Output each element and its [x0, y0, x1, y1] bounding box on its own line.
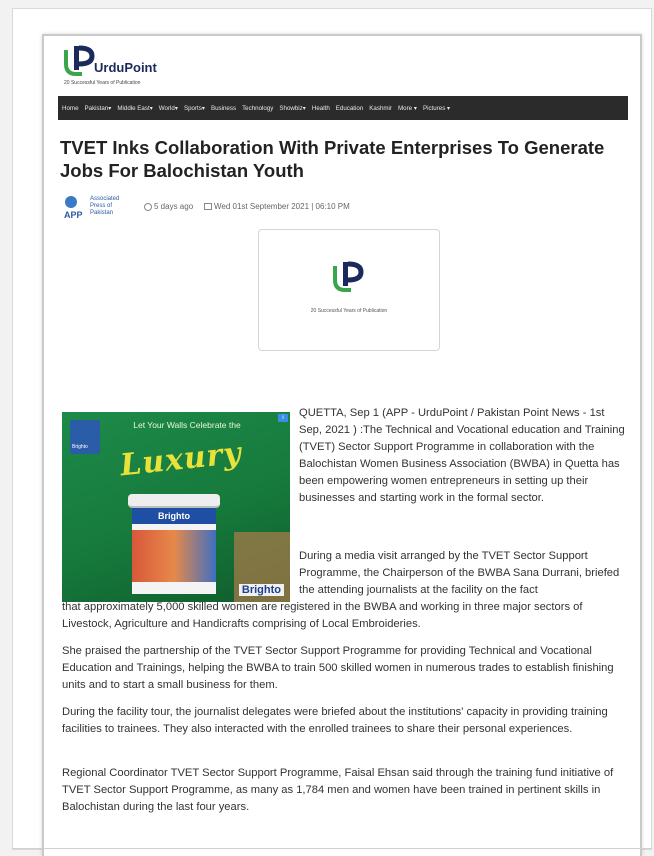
article-paragraph-2-head: During a media visit arranged by the TVE…	[299, 550, 620, 596]
nav-item-sports[interactable]: Sports▾	[184, 105, 205, 112]
urdupoint-placeholder-logo-icon	[333, 261, 364, 292]
ad-headline: Luxury	[118, 435, 244, 484]
nav-item-kashmir[interactable]: Kashmir	[369, 105, 392, 112]
nav-item-home[interactable]: Home	[62, 105, 79, 112]
bottom-divider	[12, 848, 652, 849]
nav-item-education[interactable]: Education	[336, 105, 364, 112]
source-name[interactable]: Associated Press of Pakistan	[90, 196, 136, 217]
advertisement-brighto[interactable]: Brighto i Let Your Walls Celebrate the L…	[62, 412, 290, 602]
ad-tagline: Let Your Walls Celebrate the	[133, 420, 241, 430]
logo-tagline: 20 Successful Years of Publication	[64, 80, 141, 86]
article-paragraph-5: Regional Coordinator TVET Sector Support…	[62, 767, 614, 813]
nav-item-pakistan[interactable]: Pakistan▾	[85, 105, 112, 112]
publish-date: Wed 01st September 2021 | 06:10 PM	[204, 202, 350, 211]
nav-item-showbiz[interactable]: Showbiz▾	[279, 105, 306, 112]
ad-brand-tile: Brighto	[70, 420, 100, 454]
time-ago: 5 days ago	[144, 202, 193, 211]
ad-brand-logo: Brighto	[238, 584, 284, 596]
placeholder-tagline: 20 Successful Years of Publication	[310, 308, 388, 314]
main-navbar: Home Pakistan▾ Middle East▾ World▾ Sport…	[58, 96, 628, 120]
article-paragraph-3: She praised the partnership of the TVET …	[62, 645, 614, 691]
calendar-icon	[204, 203, 212, 211]
clock-icon	[144, 202, 152, 211]
ad-info-icon[interactable]: i	[278, 414, 288, 422]
nav-item-pictures[interactable]: Pictures ▾	[423, 105, 450, 112]
nav-item-middle-east[interactable]: Middle East▾	[117, 105, 152, 112]
source-abbr: APP	[64, 210, 83, 220]
logo-text: UrduPoint	[94, 60, 157, 75]
paint-bucket-image: Brighto	[128, 494, 220, 594]
nav-item-business[interactable]: Business	[211, 105, 236, 112]
bucket-label: Brighto	[132, 508, 216, 524]
article-paragraph-4: During the facility tour, the journalist…	[62, 706, 608, 735]
nav-item-more[interactable]: More ▾	[398, 105, 417, 112]
article-headline: TVET Inks Collaboration With Private Ent…	[60, 137, 605, 181]
news-page: UrduPoint 20 Successful Years of Publica…	[42, 34, 642, 856]
urdupoint-logo-icon	[64, 45, 95, 76]
image-placeholder: 20 Successful Years of Publication	[258, 229, 440, 351]
site-logo[interactable]: UrduPoint 20 Successful Years of Publica…	[60, 44, 200, 88]
article-byline: APP Associated Press of Pakistan 5 days …	[62, 194, 622, 222]
nav-item-health[interactable]: Health	[312, 105, 330, 112]
article-paragraph-1: QUETTA, Sep 1 (APP - UrduPoint / Pakista…	[299, 407, 625, 504]
nav-item-world[interactable]: World▾	[159, 105, 178, 112]
nav-item-technology[interactable]: Technology	[242, 105, 273, 112]
app-source-logo[interactable]: APP	[62, 194, 88, 220]
article-paragraph-2-tail: that approximately 5,000 skilled women a…	[62, 601, 583, 630]
